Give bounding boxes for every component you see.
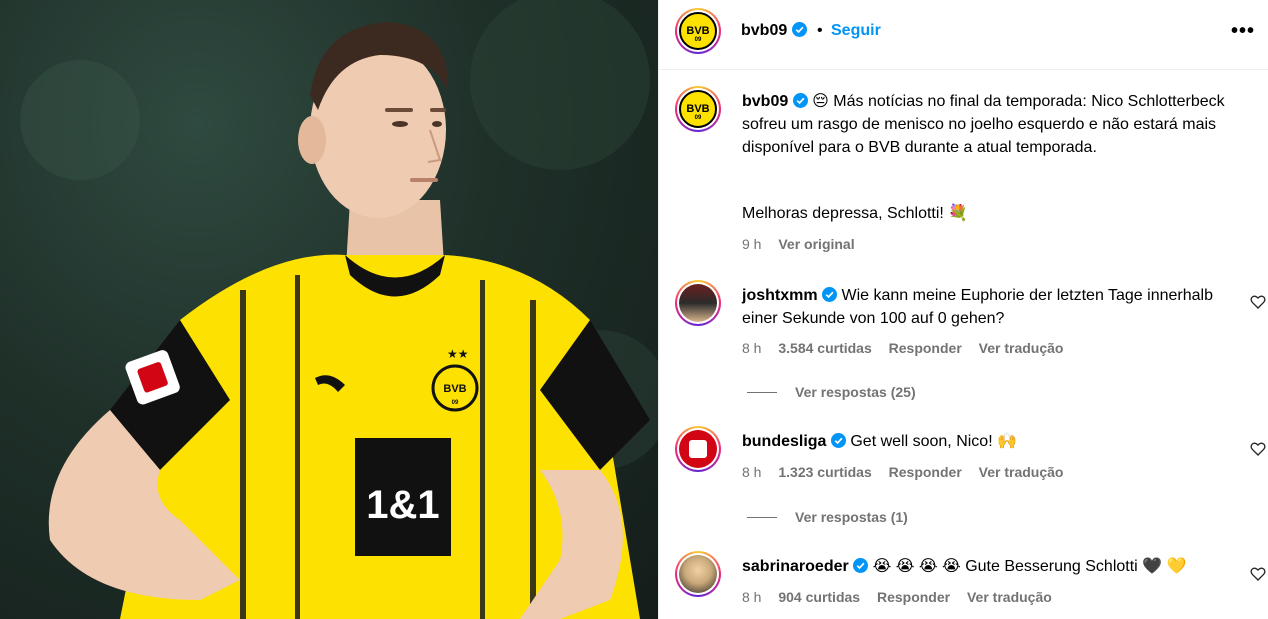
comment-meta: 8 h 3.584 curtidas Responder Ver traduçã…: [742, 340, 1076, 356]
post-header: BVB 09 bvb09 • Seguir •••: [659, 0, 1268, 70]
reply-link[interactable]: Responder: [889, 464, 962, 480]
comment-text: joshtxmm Wie kann meine Euphorie der let…: [742, 284, 1242, 330]
crest-year: 09: [452, 400, 459, 406]
commenter-username[interactable]: joshtxmm: [742, 287, 818, 304]
separator-dot: •: [817, 22, 823, 39]
see-original-link[interactable]: Ver original: [778, 236, 854, 252]
like-heart-icon[interactable]: [1250, 566, 1266, 582]
caption-emoji: 😔: [812, 93, 829, 110]
commenter-avatar[interactable]: [675, 426, 721, 472]
caption-avatar[interactable]: BVB 09: [675, 86, 721, 132]
verified-badge-icon: [830, 433, 846, 448]
comment-meta: 8 h 1.323 curtidas Responder Ver traduçã…: [742, 464, 1076, 480]
replies-line: [747, 517, 777, 518]
like-heart-icon[interactable]: [1250, 294, 1266, 310]
like-heart-icon[interactable]: [1250, 441, 1266, 457]
comment-time: 8 h: [742, 464, 762, 480]
comment-time: 8 h: [742, 589, 762, 605]
replies-line: [747, 392, 777, 393]
comment-body: 😭 😭 😭 😭 Gute Besserung Schlotti 🖤 💛: [872, 558, 1187, 575]
commenter-username[interactable]: bundesliga: [742, 433, 826, 450]
likes-count[interactable]: 904 curtidas: [778, 589, 860, 605]
caption-username[interactable]: bvb09: [742, 93, 788, 110]
reply-link[interactable]: Responder: [889, 340, 962, 356]
verified-badge-icon: [822, 287, 838, 302]
translate-link[interactable]: Ver tradução: [967, 589, 1052, 605]
likes-count[interactable]: 1.323 curtidas: [778, 464, 871, 480]
author-avatar[interactable]: BVB 09: [675, 8, 721, 54]
crest-text: BVB: [443, 383, 466, 395]
comment-text: bundesliga Get well soon, Nico! 🙌: [742, 430, 1242, 453]
comment-meta: 8 h 904 curtidas Responder Ver tradução: [742, 589, 1065, 605]
svg-text:★★: ★★: [447, 347, 469, 361]
caption-meta: 9 h Ver original: [742, 236, 868, 252]
username-text: bvb09: [741, 22, 788, 39]
likes-count[interactable]: 3.584 curtidas: [778, 340, 871, 356]
commenter-avatar[interactable]: [675, 551, 721, 597]
post-panel: BVB 09 bvb09 • Seguir ••• BVB 09 bvb09 😔 M…: [658, 0, 1268, 619]
verified-badge-icon: [791, 22, 807, 37]
commenter-username[interactable]: sabrinaroeder: [742, 558, 849, 575]
verified-badge-icon: [853, 558, 869, 573]
translate-link[interactable]: Ver tradução: [979, 340, 1064, 356]
view-replies-button[interactable]: Ver respostas (25): [747, 384, 916, 400]
view-replies-label: Ver respostas (1): [795, 509, 908, 525]
commenter-avatar[interactable]: [675, 280, 721, 326]
player-photo: BVB 09 1&1 ★★: [20, 0, 658, 619]
reply-link[interactable]: Responder: [877, 589, 950, 605]
author-username[interactable]: bvb09: [741, 22, 807, 40]
verified-badge-icon: [792, 93, 808, 108]
comment-text: sabrinaroeder 😭 😭 😭 😭 Gute Besserung Sch…: [742, 555, 1242, 578]
more-options-icon[interactable]: •••: [1231, 20, 1255, 43]
sponsor-text: 1&1: [366, 483, 439, 527]
comment-body: Get well soon, Nico! 🙌: [850, 433, 1018, 450]
caption-text: bvb09 😔 Más notícias no final da tempora…: [742, 90, 1242, 159]
comment-time: 8 h: [742, 340, 762, 356]
translate-link[interactable]: Ver tradução: [979, 464, 1064, 480]
follow-button[interactable]: Seguir: [831, 22, 881, 40]
caption-body-2: Melhoras depressa, Schlotti! 💐: [742, 205, 969, 222]
view-replies-button[interactable]: Ver respostas (1): [747, 509, 908, 525]
view-replies-label: Ver respostas (25): [795, 384, 916, 400]
post-image[interactable]: BVB 09 1&1 ★★: [0, 0, 658, 619]
caption-time: 9 h: [742, 236, 762, 252]
